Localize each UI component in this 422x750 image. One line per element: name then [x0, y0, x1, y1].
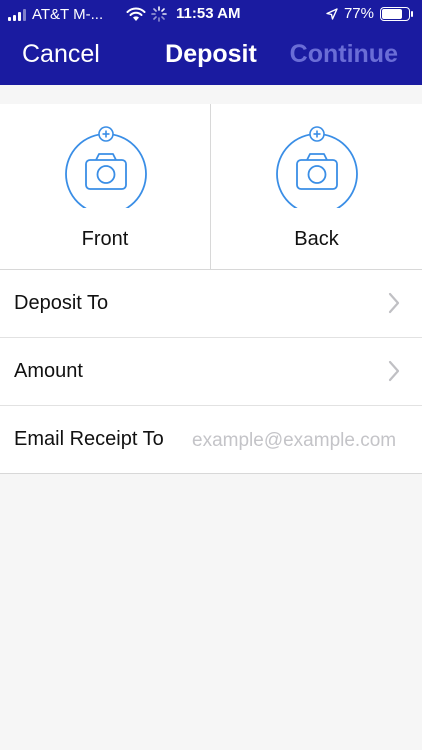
deposit-form: Front Back Deposit To Amount Email Recei…: [0, 104, 422, 474]
wifi-icon: [126, 7, 146, 21]
status-time: 11:53 AM: [176, 5, 241, 22]
camera-icon[interactable]: [275, 124, 359, 208]
email-receipt-label: Email Receipt To: [14, 428, 164, 450]
location-icon: [326, 7, 338, 20]
deposit-to-label: Deposit To: [14, 292, 109, 314]
signal-icon: [8, 8, 26, 21]
email-field[interactable]: [192, 426, 406, 456]
carrier-label: AT&T M-...: [32, 6, 104, 23]
front-label: Front: [81, 228, 129, 250]
back-photo-cell[interactable]: Back: [211, 104, 422, 270]
continue-button[interactable]: Continue: [290, 40, 398, 69]
battery-percent: 77%: [343, 5, 374, 22]
status-right: 77%: [326, 5, 413, 22]
front-photo-cell[interactable]: Front: [0, 104, 211, 270]
status-bar: AT&T M-... 11:53 AM 77%: [0, 0, 422, 30]
amount-label: Amount: [14, 360, 83, 382]
battery-icon: [380, 6, 413, 21]
check-photo-row: Front Back: [0, 104, 422, 270]
camera-icon[interactable]: [64, 124, 148, 208]
email-receipt-row: Email Receipt To: [0, 406, 422, 474]
header: AT&T M-... 11:53 AM 77% Cancel Deposit C…: [0, 0, 422, 85]
back-label: Back: [294, 228, 339, 250]
amount-row[interactable]: Amount: [0, 338, 422, 406]
status-left: AT&T M-...: [8, 6, 103, 23]
activity-icon: [151, 6, 167, 22]
chevron-right-icon: [388, 292, 400, 314]
chevron-right-icon: [388, 360, 400, 382]
deposit-to-row[interactable]: Deposit To: [0, 270, 422, 338]
